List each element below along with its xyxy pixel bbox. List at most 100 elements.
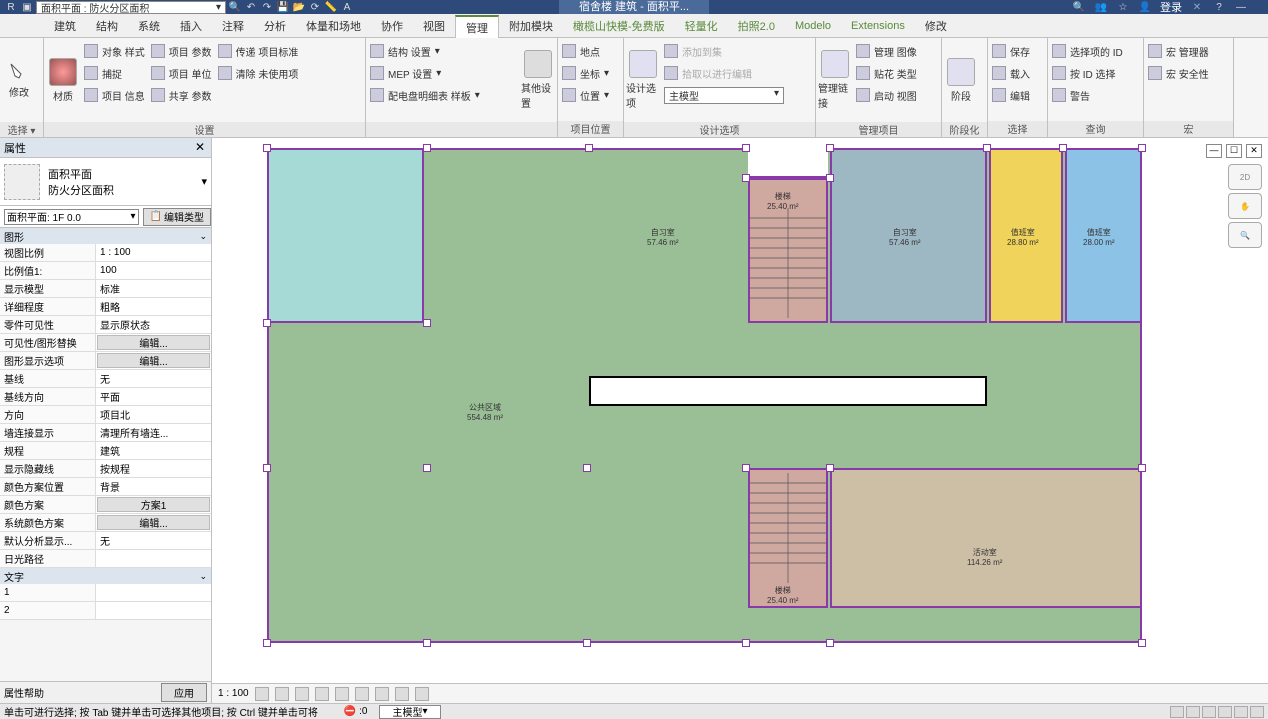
tab-photo[interactable]: 拍照2.0 [728,14,785,37]
undo-icon[interactable]: ↶ [244,1,258,13]
category-text[interactable]: 文字⌄ [0,568,211,584]
decal-types-button[interactable]: 贴花 类型 [854,62,919,84]
project-info-button[interactable]: 项目 信息 [82,84,147,106]
nav-2d-icon[interactable]: 2D [1228,164,1262,190]
macro-manager-button[interactable]: 宏 管理器 [1146,40,1211,62]
visual-style-icon[interactable] [275,687,289,701]
login-link[interactable]: 登录 [1160,0,1182,15]
user-icon[interactable]: 👤 [1138,1,1152,13]
project-units-button[interactable]: 项目 单位 [149,62,214,84]
tab-structure[interactable]: 结构 [86,14,128,37]
view-minimize-icon[interactable]: — [1206,144,1222,158]
properties-help[interactable]: 属性帮助 [4,685,44,700]
save-selection-button[interactable]: 保存 [990,40,1032,62]
property-row[interactable]: 规程建筑 [0,442,211,460]
tab-modelo[interactable]: Modelo [785,14,841,37]
materials-button[interactable]: 材质 [46,40,80,120]
select-pinned-icon[interactable] [1218,706,1232,718]
apply-button[interactable]: 应用 [161,683,207,702]
category-graphics[interactable]: 图形⌄ [0,228,211,244]
open-icon[interactable]: 📂 [292,1,306,13]
view-combo[interactable]: 面积平面 : 防火分区面积▾ [36,1,226,14]
property-row[interactable]: 基线方向平面 [0,388,211,406]
property-row[interactable]: 显示模型标准 [0,280,211,298]
save-icon[interactable]: 💾 [276,1,290,13]
shared-params-button[interactable]: 共享 参数 [149,84,214,106]
select-underlay-icon[interactable] [1202,706,1216,718]
manage-links-button[interactable]: 管理链接 [818,40,852,120]
modify-button[interactable]: 修改 [2,40,36,120]
tab-modify[interactable]: 修改 [915,14,957,37]
panel-schedule-button[interactable]: 配电盘明细表 样板 ▾ [368,84,519,106]
property-row[interactable]: 图形显示选项编辑... [0,352,211,370]
home-icon[interactable]: ▣ [20,1,34,13]
subscribe-icon[interactable]: 👥 [1094,1,1108,13]
load-selection-button[interactable]: 载入 [990,62,1032,84]
tab-manage[interactable]: 管理 [455,15,499,38]
tab-architecture[interactable]: 建筑 [44,14,86,37]
tab-extensions[interactable]: Extensions [841,14,915,37]
transfer-standards-button[interactable]: 传递 项目标准 [216,40,301,62]
sync-icon[interactable]: ⟳ [308,1,322,13]
property-row[interactable]: 显示隐藏线按规程 [0,460,211,478]
measure-icon[interactable]: 📏 [324,1,338,13]
location-button[interactable]: 地点 [560,40,611,62]
view-maximize-icon[interactable]: ☐ [1226,144,1242,158]
edit-type-button[interactable]: 📋编辑类型 [143,208,211,226]
tab-analyze[interactable]: 分析 [254,14,296,37]
view-close-icon[interactable]: ✕ [1246,144,1262,158]
property-row[interactable]: 默认分析显示...无 [0,532,211,550]
ids-of-selection-button[interactable]: 选择项的 ID [1050,40,1125,62]
property-row[interactable]: 比例值1:100 [0,262,211,280]
text-row-1[interactable]: 1 [0,584,211,602]
nav-pan-icon[interactable]: ✋ [1228,193,1262,219]
exchange-icon[interactable]: ✕ [1190,1,1204,13]
select-links-icon[interactable] [1186,706,1200,718]
main-model-combo[interactable]: 主模型▾ [662,84,813,106]
text-icon[interactable]: A [340,1,354,13]
minimize-icon[interactable]: — [1234,1,1248,13]
instance-combo[interactable]: 面积平面: 1F 0.0▾ [4,209,139,225]
redo-icon[interactable]: ↷ [260,1,274,13]
navigation-bar[interactable]: 2D ✋ 🔍 [1228,164,1262,251]
tab-view[interactable]: 视图 [413,14,455,37]
filter-icon[interactable] [1170,706,1184,718]
crop-region-icon[interactable] [355,687,369,701]
property-row[interactable]: 日光路径 [0,550,211,568]
status-main-model-combo[interactable]: 主模型 ▾ [379,705,440,719]
snaps-button[interactable]: 捕捉 [82,62,147,84]
project-params-button[interactable]: 项目 参数 [149,40,214,62]
help-icon[interactable]: ? [1212,1,1226,13]
macro-security-button[interactable]: 宏 安全性 [1146,62,1211,84]
scale-display[interactable]: 1 : 100 [218,688,249,699]
shadows-icon[interactable] [315,687,329,701]
edit-selection-button[interactable]: 编辑 [990,84,1032,106]
purge-unused-button[interactable]: 清除 未使用项 [216,62,301,84]
coordinates-button[interactable]: 坐标 ▾ [560,62,611,84]
position-button[interactable]: 位置 ▾ [560,84,611,106]
hide-isolate-icon[interactable] [375,687,389,701]
manage-images-button[interactable]: 管理 图像 [854,40,919,62]
type-selector[interactable]: 面积平面 防火分区面积 ▾ [0,158,211,206]
property-row[interactable]: 可见性/图形替换编辑... [0,334,211,352]
starting-view-button[interactable]: 启动 视图 [854,84,919,106]
tab-massing[interactable]: 体量和场地 [296,14,371,37]
text-row-2[interactable]: 2 [0,602,211,620]
mep-settings-button[interactable]: MEP 设置 ▾ [368,62,519,84]
select-face-icon[interactable] [1234,706,1248,718]
drawing-canvas[interactable]: — ☐ ✕ 2D ✋ 🔍 公共区域554.48 [212,138,1268,703]
keyword-search-icon[interactable]: 🔍 [1072,1,1086,13]
nav-zoom-icon[interactable]: 🔍 [1228,222,1262,248]
room-r5[interactable] [830,468,1142,608]
tab-annotate[interactable]: 注释 [212,14,254,37]
warnings-button[interactable]: 警告 [1050,84,1125,106]
phases-button[interactable]: 阶段 [944,40,978,120]
property-row[interactable]: 方向项目北 [0,406,211,424]
favorite-icon[interactable]: ☆ [1116,1,1130,13]
tab-systems[interactable]: 系统 [128,14,170,37]
worksharing-icon[interactable] [415,687,429,701]
property-row[interactable]: 视图比例1 : 100 [0,244,211,262]
property-row[interactable]: 墙连接显示清理所有墙连... [0,424,211,442]
search-icon[interactable]: 🔍 [228,1,242,13]
tab-insert[interactable]: 插入 [170,14,212,37]
